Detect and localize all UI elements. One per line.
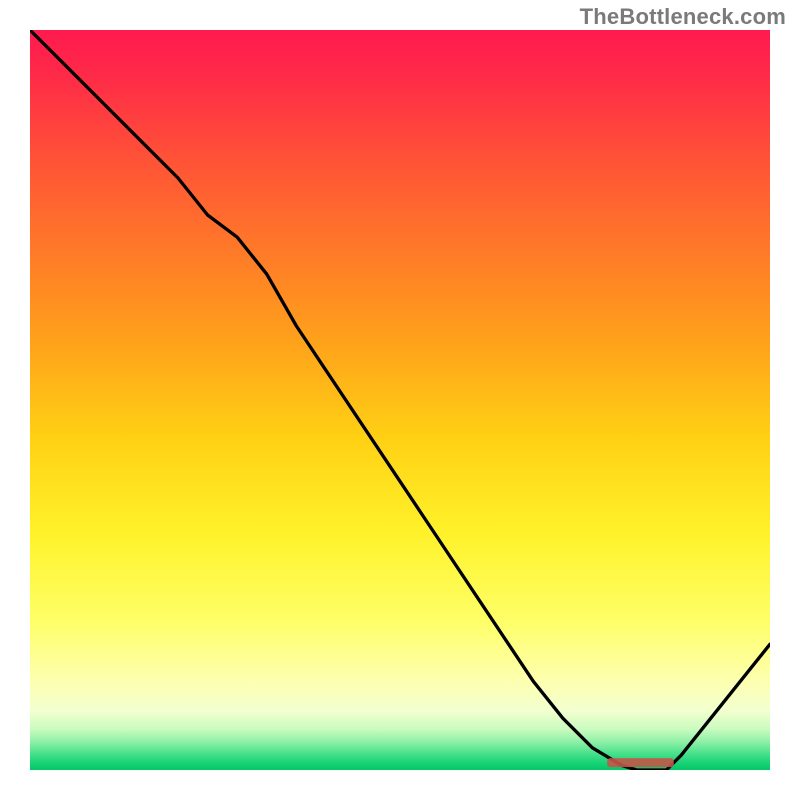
optimal-range-marker xyxy=(607,758,674,767)
watermark-text: TheBottleneck.com xyxy=(580,4,786,30)
bottleneck-curve-chart xyxy=(30,30,770,770)
chart-frame: TheBottleneck.com xyxy=(0,0,800,800)
